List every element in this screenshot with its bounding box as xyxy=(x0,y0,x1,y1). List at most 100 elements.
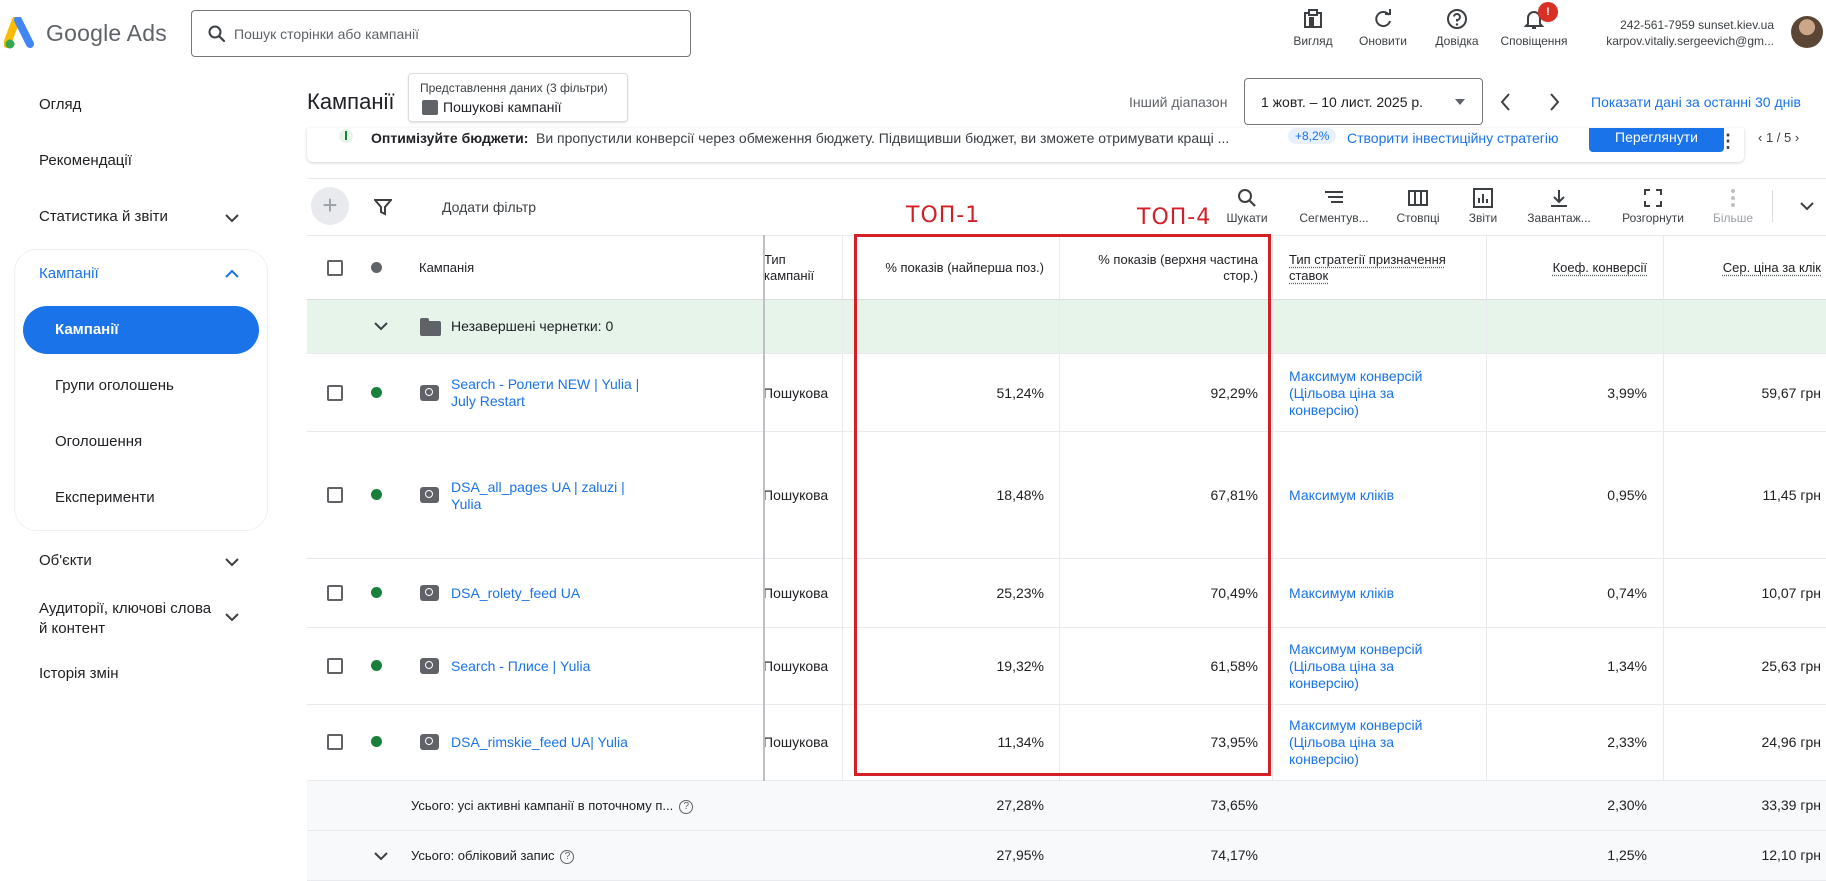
bid-strategy-link[interactable]: Максимум кліків xyxy=(1289,585,1469,602)
campaign-name-link[interactable]: Search - Ролети NEW | Yulia | July Resta… xyxy=(451,376,651,410)
banner-percent-badge: +8,2% xyxy=(1288,128,1337,144)
filter-icon[interactable] xyxy=(374,198,392,216)
review-button[interactable]: Переглянути xyxy=(1589,128,1724,152)
avatar[interactable] xyxy=(1791,16,1823,48)
campaign-name-link[interactable]: DSA_all_pages UA | zaluzi | Yulia xyxy=(451,479,641,513)
sidebar-item-statistics[interactable]: Статистика й звіти xyxy=(39,208,168,225)
help-label: Довідка xyxy=(1435,34,1479,48)
top-total: 73,65% xyxy=(1210,797,1258,813)
help-icon[interactable]: ? xyxy=(679,799,694,814)
date-range-picker[interactable]: 1 жовт. – 10 лист. 2025 р. xyxy=(1244,78,1483,125)
sidebar-item-overview[interactable]: Огляд xyxy=(39,96,81,113)
bid-strategy-link[interactable]: Максимум конверсій (Цільова ціна за конв… xyxy=(1289,641,1449,692)
columns-button[interactable]: Стовпці xyxy=(1393,187,1443,225)
chevron-down-icon[interactable] xyxy=(224,556,240,568)
search-campaign-icon xyxy=(420,385,439,401)
header-campaign[interactable]: Кампанія xyxy=(419,260,474,276)
more-vert-icon[interactable]: ⋮ xyxy=(1719,131,1737,152)
logo-text[interactable]: Google Ads xyxy=(46,20,167,47)
header-type[interactable]: Тип кампанії xyxy=(764,252,824,284)
top4-annotation: ТОП-4 xyxy=(1137,205,1212,230)
help-icon[interactable]: ? xyxy=(560,849,575,864)
campaign-name-link[interactable]: DSA_rimskie_feed UA| Yulia xyxy=(451,734,651,751)
select-all-checkbox[interactable] xyxy=(327,260,343,276)
reports-button[interactable]: Звіти xyxy=(1459,187,1507,225)
search-icon xyxy=(1238,189,1256,207)
row-checkbox[interactable] xyxy=(327,585,343,601)
top-total: 74,17% xyxy=(1210,847,1258,863)
view-button[interactable]: Вигляд xyxy=(1290,8,1336,58)
header-bid-strategy[interactable]: Тип стратегії призначення ставок xyxy=(1289,252,1479,284)
row-checkbox[interactable] xyxy=(327,734,343,750)
sidebar-subitem-ads[interactable]: Оголошення xyxy=(55,433,142,450)
campaign-name-link[interactable]: DSA_rolety_feed UA xyxy=(451,585,651,602)
notification-badge: ! xyxy=(1538,2,1558,22)
status-enabled-icon[interactable] xyxy=(371,587,382,598)
add-filter-button[interactable]: Додати фільтр xyxy=(442,199,536,215)
search-tool-button[interactable]: Шукати xyxy=(1222,187,1272,225)
bid-strategy-link[interactable]: Максимум кліків xyxy=(1289,487,1469,504)
sidebar-item-change-history[interactable]: Історія змін xyxy=(39,665,118,682)
sidebar-item-recommendations[interactable]: Рекомендації xyxy=(39,152,132,169)
create-strategy-link[interactable]: Створити інвестиційну стратегію xyxy=(1347,130,1558,146)
conv-rate-value: 2,33% xyxy=(1607,734,1647,750)
chevron-down-icon[interactable] xyxy=(373,320,389,332)
avg-cpc-total: 33,39 грн xyxy=(1761,797,1821,813)
reports-icon xyxy=(1473,188,1493,208)
conv-rate-value: 0,95% xyxy=(1607,487,1647,503)
drafts-label: Незавершені чернетки: 0 xyxy=(451,318,614,334)
add-campaign-button[interactable]: + xyxy=(311,187,349,225)
status-header-icon[interactable] xyxy=(371,262,382,273)
download-button[interactable]: Завантаж... xyxy=(1520,187,1598,225)
row-checkbox[interactable] xyxy=(327,487,343,503)
search-campaign-icon xyxy=(420,585,439,601)
toolbar-separator xyxy=(1772,190,1773,222)
segment-button[interactable]: Сегментув... xyxy=(1294,187,1374,225)
row-checkbox[interactable] xyxy=(327,385,343,401)
column-divider xyxy=(842,235,843,781)
status-enabled-icon[interactable] xyxy=(371,387,382,398)
chevron-down-icon[interactable] xyxy=(224,212,240,224)
sidebar-item-audiences[interactable]: Аудиторії, ключові слова й контент xyxy=(39,599,219,639)
help-button[interactable]: Довідка xyxy=(1431,8,1483,58)
sidebar-subitem-experiments[interactable]: Експерименти xyxy=(55,489,155,506)
expand-button[interactable]: Розгорнути xyxy=(1616,187,1690,225)
sidebar: Огляд Рекомендації Статистика й звіти Ка… xyxy=(0,68,280,878)
chevron-down-icon[interactable] xyxy=(224,611,240,623)
sidebar-item-assets[interactable]: Об'єкти xyxy=(39,552,92,569)
page-title: Кампанії xyxy=(307,89,395,114)
search-campaign-icon xyxy=(420,487,439,503)
bid-strategy-link[interactable]: Максимум конверсій (Цільова ціна за конв… xyxy=(1289,368,1449,419)
header-avg-cpc[interactable]: Сер. ціна за клік xyxy=(1669,260,1821,276)
header-conv-rate[interactable]: Коеф. конверсії xyxy=(1499,260,1647,276)
status-enabled-icon[interactable] xyxy=(371,736,382,747)
account-info[interactable]: 242-561-7959 sunset.kiev.ua karpov.vital… xyxy=(1590,17,1774,49)
sidebar-subitem-campaigns[interactable]: Кампанії xyxy=(55,321,119,338)
download-icon xyxy=(1551,190,1567,207)
campaign-name-link[interactable]: Search - Плисе | Yulia xyxy=(451,658,651,675)
sidebar-subitem-ad-groups[interactable]: Групи оголошень xyxy=(55,377,174,394)
chevron-down-icon[interactable] xyxy=(1799,200,1815,212)
google-ads-logo-icon[interactable] xyxy=(4,17,38,51)
view-selector[interactable]: Представлення даних (3 фільтри) Пошукові… xyxy=(408,73,628,122)
refresh-button[interactable]: Оновити xyxy=(1354,8,1412,58)
status-enabled-icon[interactable] xyxy=(371,660,382,671)
chevron-right-icon[interactable] xyxy=(1546,90,1562,114)
columns-icon xyxy=(1408,190,1428,206)
status-enabled-icon[interactable] xyxy=(371,489,382,500)
banner-pager[interactable]: ‹ 1 / 5 › xyxy=(1758,130,1799,145)
conv-rate-value: 3,99% xyxy=(1607,385,1647,401)
chevron-left-icon[interactable] xyxy=(1498,90,1514,114)
chevron-up-icon[interactable] xyxy=(224,268,240,280)
conv-rate-value: 0,74% xyxy=(1607,585,1647,601)
more-button[interactable]: Більше xyxy=(1709,187,1757,225)
budget-recommendation-banner: Оптимізуйте бюджети: Ви пропустили конве… xyxy=(307,128,1744,162)
row-checkbox[interactable] xyxy=(327,658,343,674)
show-last-30-days-link[interactable]: Показати дані за останні 30 днів xyxy=(1591,94,1801,110)
frozen-column-divider[interactable] xyxy=(763,235,765,781)
chevron-down-icon[interactable] xyxy=(373,850,389,862)
search-input[interactable]: Пошук сторінки або кампанії xyxy=(191,10,691,57)
bid-strategy-link[interactable]: Максимум конверсій (Цільова ціна за конв… xyxy=(1289,717,1449,768)
notifications-button[interactable]: Сповіщення xyxy=(1496,8,1572,58)
sidebar-item-campaigns[interactable]: Кампанії xyxy=(39,265,99,282)
